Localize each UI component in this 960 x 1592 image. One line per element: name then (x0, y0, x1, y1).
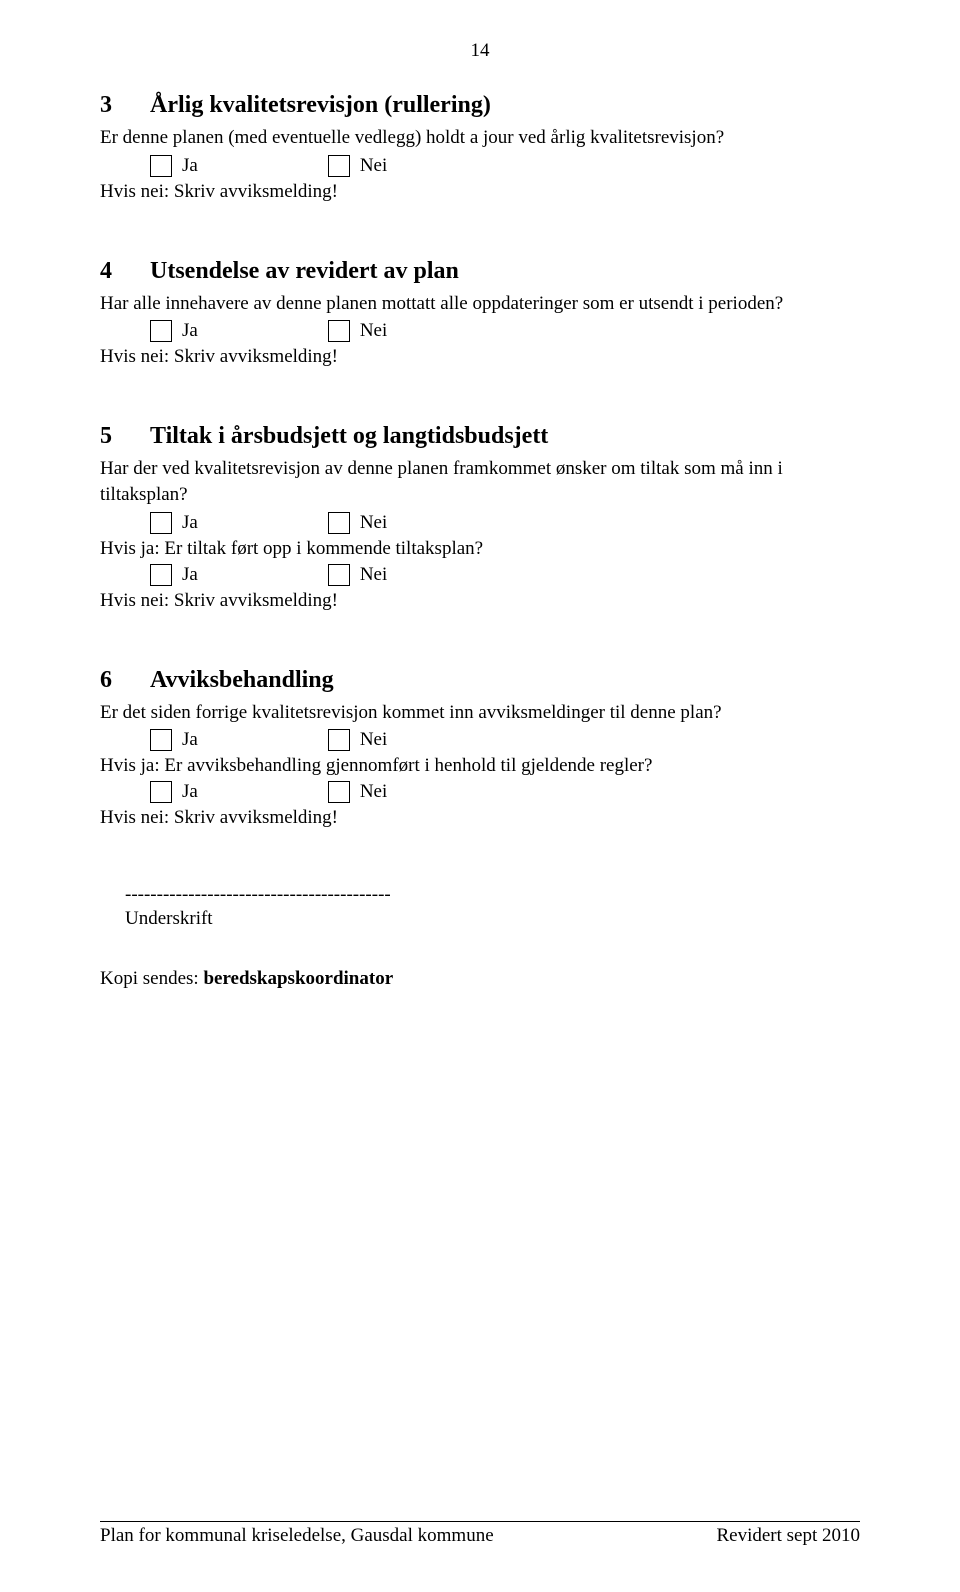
section-5-title: Tiltak i årsbudsjett og langtidsbudsjett (150, 423, 548, 450)
label-nei: Nei (360, 564, 387, 586)
checkbox-nei[interactable] (328, 512, 350, 534)
section-5-num: 5 (100, 423, 150, 450)
section-5-question: Har der ved kvalitetsrevisjon av denne p… (100, 456, 860, 507)
page-number: 14 (100, 40, 860, 62)
label-ja: Ja (182, 512, 198, 534)
section-3-heading: 3 Årlig kvalitetsrevisjon (rullering) (100, 92, 860, 119)
section-4: 4 Utsendelse av revidert av plan Har all… (100, 258, 860, 369)
label-nei: Nei (360, 320, 387, 342)
checkbox-ja[interactable] (150, 564, 172, 586)
section-3-checkbox-row: Ja Nei (150, 155, 860, 177)
checkbox-nei[interactable] (328, 781, 350, 803)
section-6-checkbox-row-1: Ja Nei (150, 729, 860, 751)
footer-divider (100, 1521, 860, 1522)
section-6-title: Avviksbehandling (150, 667, 334, 694)
copy-line: Kopi sendes: beredskapskoordinator (100, 968, 860, 990)
footer-right: Revidert sept 2010 (716, 1525, 860, 1547)
section-3-question: Er denne planen (med eventuelle vedlegg)… (100, 125, 860, 151)
checkbox-nei[interactable] (328, 320, 350, 342)
section-5: 5 Tiltak i årsbudsjett og langtidsbudsje… (100, 423, 860, 611)
section-4-num: 4 (100, 258, 150, 285)
section-6-followup: Hvis ja: Er avviksbehandling gjennomført… (100, 755, 860, 777)
section-5-instruction: Hvis nei: Skriv avviksmelding! (100, 590, 860, 612)
label-nei: Nei (360, 155, 387, 177)
section-5-heading: 5 Tiltak i årsbudsjett og langtidsbudsje… (100, 423, 860, 450)
checkbox-ja[interactable] (150, 729, 172, 751)
section-6-heading: 6 Avviksbehandling (100, 667, 860, 694)
section-6-num: 6 (100, 667, 150, 694)
copy-prefix: Kopi sendes: (100, 968, 203, 989)
label-ja: Ja (182, 320, 198, 342)
section-4-instruction: Hvis nei: Skriv avviksmelding! (100, 346, 860, 368)
section-6-checkbox-row-2: Ja Nei (150, 781, 860, 803)
section-5-checkbox-row-2: Ja Nei (150, 564, 860, 586)
label-nei: Nei (360, 512, 387, 534)
signature-label: Underskrift (125, 908, 860, 930)
checkbox-ja[interactable] (150, 512, 172, 534)
signature-line: ----------------------------------------… (125, 884, 860, 906)
label-ja: Ja (182, 155, 198, 177)
section-4-heading: 4 Utsendelse av revidert av plan (100, 258, 860, 285)
section-6-instruction: Hvis nei: Skriv avviksmelding! (100, 807, 860, 829)
label-ja: Ja (182, 781, 198, 803)
label-ja: Ja (182, 564, 198, 586)
section-4-title: Utsendelse av revidert av plan (150, 258, 459, 285)
section-4-checkbox-row: Ja Nei (150, 320, 860, 342)
checkbox-ja[interactable] (150, 781, 172, 803)
checkbox-nei[interactable] (328, 729, 350, 751)
checkbox-nei[interactable] (328, 155, 350, 177)
section-3-instruction: Hvis nei: Skriv avviksmelding! (100, 181, 860, 203)
label-ja: Ja (182, 729, 198, 751)
footer: Plan for kommunal kriseledelse, Gausdal … (100, 1521, 860, 1547)
copy-recipient: beredskapskoordinator (203, 968, 393, 989)
checkbox-ja[interactable] (150, 155, 172, 177)
footer-left: Plan for kommunal kriseledelse, Gausdal … (100, 1525, 494, 1547)
section-3: 3 Årlig kvalitetsrevisjon (rullering) Er… (100, 92, 860, 203)
label-nei: Nei (360, 781, 387, 803)
section-6-question: Er det siden forrige kvalitetsrevisjon k… (100, 700, 860, 726)
checkbox-nei[interactable] (328, 564, 350, 586)
section-5-followup: Hvis ja: Er tiltak ført opp i kommende t… (100, 538, 860, 560)
section-5-checkbox-row-1: Ja Nei (150, 512, 860, 534)
checkbox-ja[interactable] (150, 320, 172, 342)
section-4-question: Har alle innehavere av denne planen mott… (100, 291, 860, 317)
section-6: 6 Avviksbehandling Er det siden forrige … (100, 667, 860, 830)
section-3-num: 3 (100, 92, 150, 119)
label-nei: Nei (360, 729, 387, 751)
section-3-title: Årlig kvalitetsrevisjon (rullering) (150, 92, 491, 119)
